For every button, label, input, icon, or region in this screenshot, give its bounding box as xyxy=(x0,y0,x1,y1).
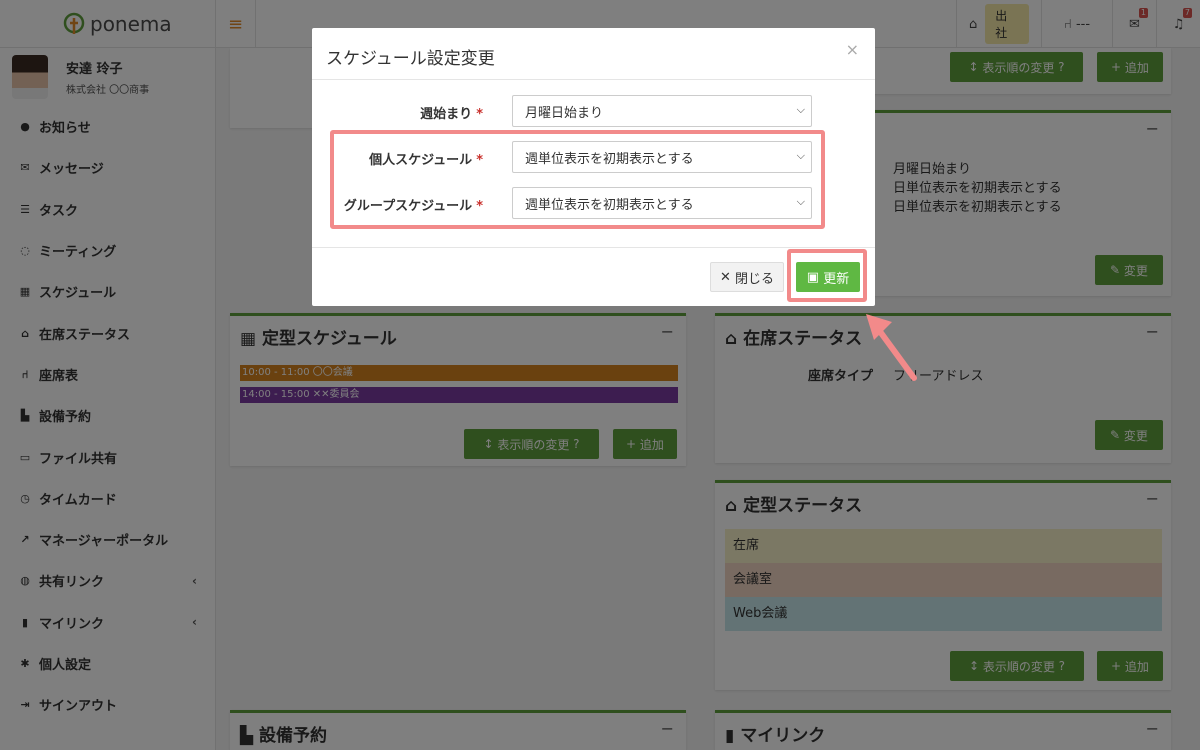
close-icon[interactable]: × xyxy=(846,40,859,59)
modal-title: スケジュール設定変更 xyxy=(326,49,495,69)
close-button[interactable]: ✕ 閉じる xyxy=(710,262,784,292)
highlight-box-save xyxy=(787,249,867,302)
arrow-annotation-icon xyxy=(866,314,917,381)
highlight-box-fields xyxy=(330,130,825,229)
form-row-week-start: 週始まり * 月曜日始まり ⌵ xyxy=(312,95,875,127)
chevron-down-icon: ⌵ xyxy=(796,103,805,116)
close-icon: ✕ xyxy=(719,269,731,285)
week-start-select[interactable]: 月曜日始まり ⌵ xyxy=(512,95,812,127)
field-label: 週始まり * xyxy=(420,107,483,122)
